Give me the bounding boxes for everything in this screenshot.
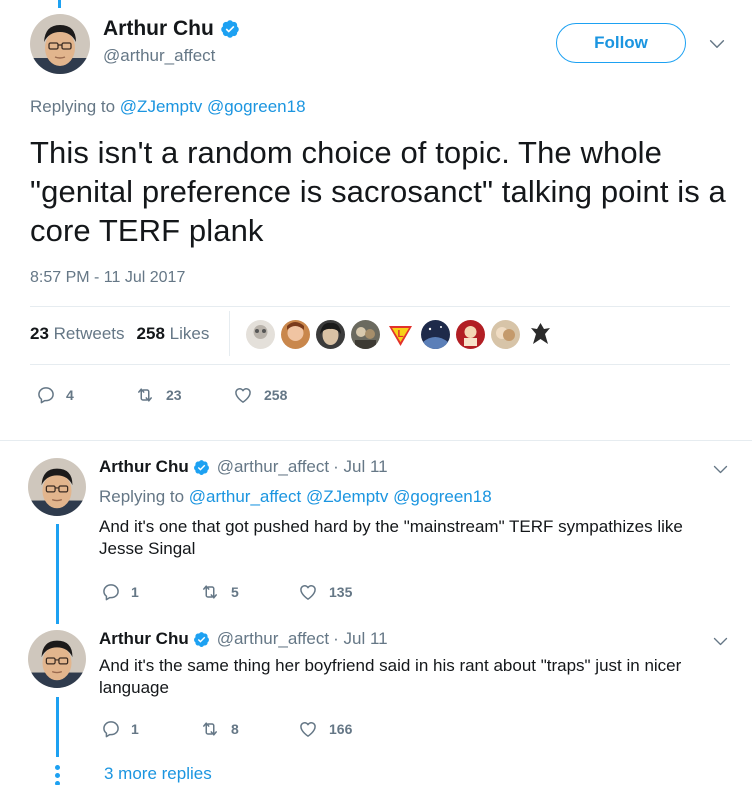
thread-line bbox=[56, 697, 59, 757]
tweet-actions: 1 5 135 bbox=[101, 582, 352, 602]
replying-to: Replying to @ZJemptv @gogreen18 bbox=[30, 97, 306, 117]
liker-avatar[interactable] bbox=[279, 318, 312, 351]
reply-count: 4 bbox=[66, 387, 74, 403]
retweet-icon bbox=[199, 719, 221, 739]
liker-avatar[interactable] bbox=[524, 318, 557, 351]
like-count: 258 bbox=[264, 387, 288, 403]
replying-to: Replying to @arthur_affect @ZJemptv @gog… bbox=[99, 487, 492, 507]
tweet-stats: 23 Retweets 258 Likes bbox=[30, 324, 209, 344]
thread-line-top bbox=[58, 0, 61, 8]
more-replies-link[interactable]: 3 more replies bbox=[104, 764, 212, 784]
retweet-button[interactable]: 8 bbox=[199, 719, 297, 739]
liker-avatar[interactable] bbox=[454, 318, 487, 351]
retweet-count: 5 bbox=[231, 584, 239, 600]
likes-count: 258 bbox=[136, 324, 165, 343]
avatar-image bbox=[28, 630, 86, 688]
chevron-down-icon[interactable] bbox=[710, 632, 730, 650]
mention-link[interactable]: @gogreen18 bbox=[393, 487, 492, 506]
stats-divider bbox=[229, 311, 230, 356]
avatar[interactable] bbox=[30, 14, 90, 74]
reply-icon bbox=[36, 385, 56, 405]
retweet-count: 23 bbox=[166, 387, 182, 403]
author-handle[interactable]: @arthur_affect bbox=[217, 457, 329, 477]
reply-icon bbox=[101, 582, 121, 602]
mention-link[interactable]: @arthur_affect bbox=[189, 487, 301, 506]
tweet-text: This isn't a random choice of topic. The… bbox=[30, 135, 726, 248]
like-button[interactable]: 166 bbox=[297, 719, 352, 739]
tweet-text: And it's one that got pushed hard by the… bbox=[99, 517, 683, 558]
author-name[interactable]: Arthur Chu bbox=[99, 457, 189, 477]
retweet-button[interactable]: 5 bbox=[199, 582, 297, 602]
author-handle[interactable]: @arthur_affect bbox=[217, 629, 329, 649]
chevron-down-icon[interactable] bbox=[706, 34, 728, 54]
reply-button[interactable]: 4 bbox=[36, 385, 134, 405]
author-name[interactable]: Arthur Chu bbox=[103, 17, 214, 41]
svg-text:L: L bbox=[397, 329, 403, 340]
author-name[interactable]: Arthur Chu bbox=[99, 629, 189, 649]
likes-stat[interactable]: 258 Likes bbox=[137, 324, 210, 344]
replying-prefix: Replying to bbox=[30, 97, 116, 116]
thread-line bbox=[56, 524, 59, 624]
like-button[interactable]: 258 bbox=[232, 385, 287, 405]
verified-badge-icon bbox=[220, 19, 240, 39]
like-count: 135 bbox=[329, 584, 353, 600]
divider bbox=[30, 364, 730, 365]
retweets-label: Retweets bbox=[53, 324, 125, 343]
verified-badge-icon bbox=[193, 631, 210, 648]
avatar-image bbox=[28, 458, 86, 516]
reply-count: 1 bbox=[131, 584, 139, 600]
section-divider bbox=[0, 440, 752, 441]
liker-avatar[interactable]: L bbox=[384, 318, 417, 351]
retweets-stat[interactable]: 23 Retweets bbox=[30, 324, 125, 344]
tweet-text: And it's the same thing her boyfriend sa… bbox=[99, 656, 682, 697]
retweet-icon bbox=[199, 582, 221, 602]
author-handle[interactable]: @arthur_affect bbox=[103, 46, 215, 66]
reply-header: Arthur Chu @arthur_affect · Jul 11 bbox=[99, 629, 388, 649]
tweet-timestamp[interactable]: 8:57 PM - 11 Jul 2017 bbox=[30, 269, 185, 287]
follow-button[interactable]: Follow bbox=[556, 23, 686, 63]
retweets-count: 23 bbox=[30, 324, 49, 343]
mention-link[interactable]: @gogreen18 bbox=[207, 97, 306, 116]
liker-avatar[interactable] bbox=[419, 318, 452, 351]
divider bbox=[30, 306, 730, 307]
more-replies-dots bbox=[55, 765, 60, 785]
retweet-count: 8 bbox=[231, 721, 239, 737]
tweet-actions: 1 8 166 bbox=[101, 719, 352, 739]
reply-icon bbox=[101, 719, 121, 739]
heart-icon bbox=[297, 582, 319, 602]
reply-button[interactable]: 1 bbox=[101, 582, 199, 602]
verified-badge-icon bbox=[193, 459, 210, 476]
retweet-button[interactable]: 23 bbox=[134, 385, 232, 405]
liker-avatar[interactable] bbox=[314, 318, 347, 351]
avatar-image bbox=[30, 14, 90, 74]
heart-icon bbox=[232, 385, 254, 405]
replying-prefix: Replying to bbox=[99, 487, 185, 506]
liker-avatar[interactable] bbox=[349, 318, 382, 351]
chevron-down-icon[interactable] bbox=[710, 460, 730, 478]
heart-icon bbox=[297, 719, 319, 739]
like-count: 166 bbox=[329, 721, 353, 737]
retweet-icon bbox=[134, 385, 156, 405]
likers-avatars: L bbox=[244, 318, 557, 351]
likes-label: Likes bbox=[169, 324, 210, 343]
avatar[interactable] bbox=[28, 458, 86, 516]
author-name-row[interactable]: Arthur Chu bbox=[103, 17, 240, 41]
reply-count: 1 bbox=[131, 721, 139, 737]
liker-avatar[interactable] bbox=[244, 318, 277, 351]
avatar[interactable] bbox=[28, 630, 86, 688]
reply-date[interactable]: · Jul 11 bbox=[333, 457, 388, 477]
reply-date[interactable]: · Jul 11 bbox=[333, 629, 388, 649]
mention-link[interactable]: @ZJemptv bbox=[306, 487, 388, 506]
liker-avatar[interactable] bbox=[489, 318, 522, 351]
reply-header: Arthur Chu @arthur_affect · Jul 11 bbox=[99, 457, 388, 477]
reply-button[interactable]: 1 bbox=[101, 719, 199, 739]
tweet-actions: 4 23 258 bbox=[36, 385, 287, 405]
mention-link[interactable]: @ZJemptv bbox=[120, 97, 202, 116]
like-button[interactable]: 135 bbox=[297, 582, 352, 602]
